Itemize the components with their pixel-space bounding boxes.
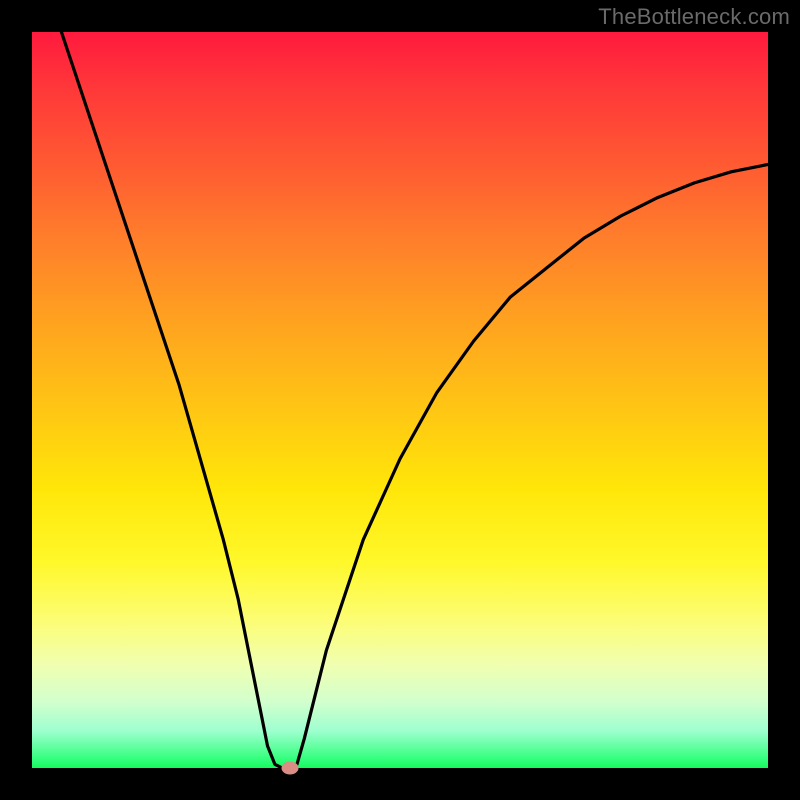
bottleneck-curve — [32, 32, 768, 768]
attribution-text: TheBottleneck.com — [598, 4, 790, 30]
chart-frame: TheBottleneck.com — [0, 0, 800, 800]
optimal-marker — [281, 762, 298, 775]
plot-area — [32, 32, 768, 768]
